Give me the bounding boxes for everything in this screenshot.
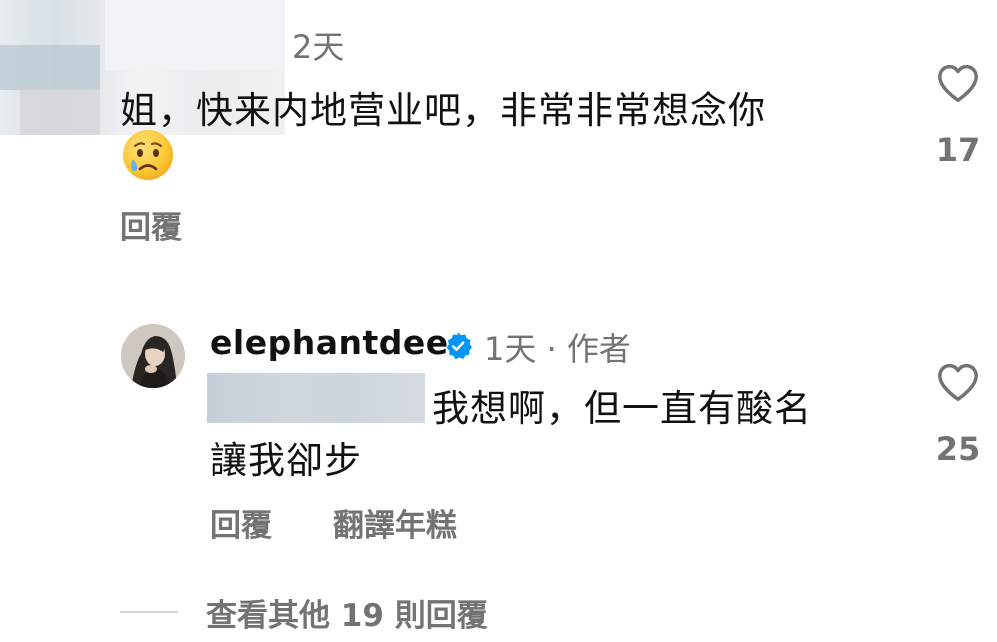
view-replies-divider <box>120 611 178 613</box>
username-link[interactable]: elephantdee <box>210 323 449 362</box>
blurred-mention <box>207 373 425 423</box>
heart-icon[interactable] <box>936 63 980 103</box>
reply-text-line2: 讓我卻步 <box>210 439 362 482</box>
crying-face-icon <box>123 130 173 180</box>
comment-timestamp: 2天 <box>292 28 345 66</box>
heart-icon[interactable] <box>936 362 980 402</box>
translate-button[interactable]: 翻譯年糕 <box>333 500 457 545</box>
comment-text: 姐，快来内地营业吧，非常非常想念你 <box>120 89 766 132</box>
verified-badge-icon <box>446 332 472 360</box>
like-count: 25 <box>935 430 981 468</box>
reply-button[interactable]: 回覆 <box>120 202 182 247</box>
like-count: 17 <box>935 131 981 169</box>
reply-button[interactable]: 回覆 <box>210 500 272 545</box>
view-more-replies-button[interactable]: 查看其他 19 則回覆 <box>206 590 488 635</box>
avatar[interactable] <box>121 324 185 388</box>
reply-meta: 1天 · 作者 <box>484 330 631 368</box>
reply-text-line1: 我想啊，但一直有酸名 <box>432 387 812 430</box>
